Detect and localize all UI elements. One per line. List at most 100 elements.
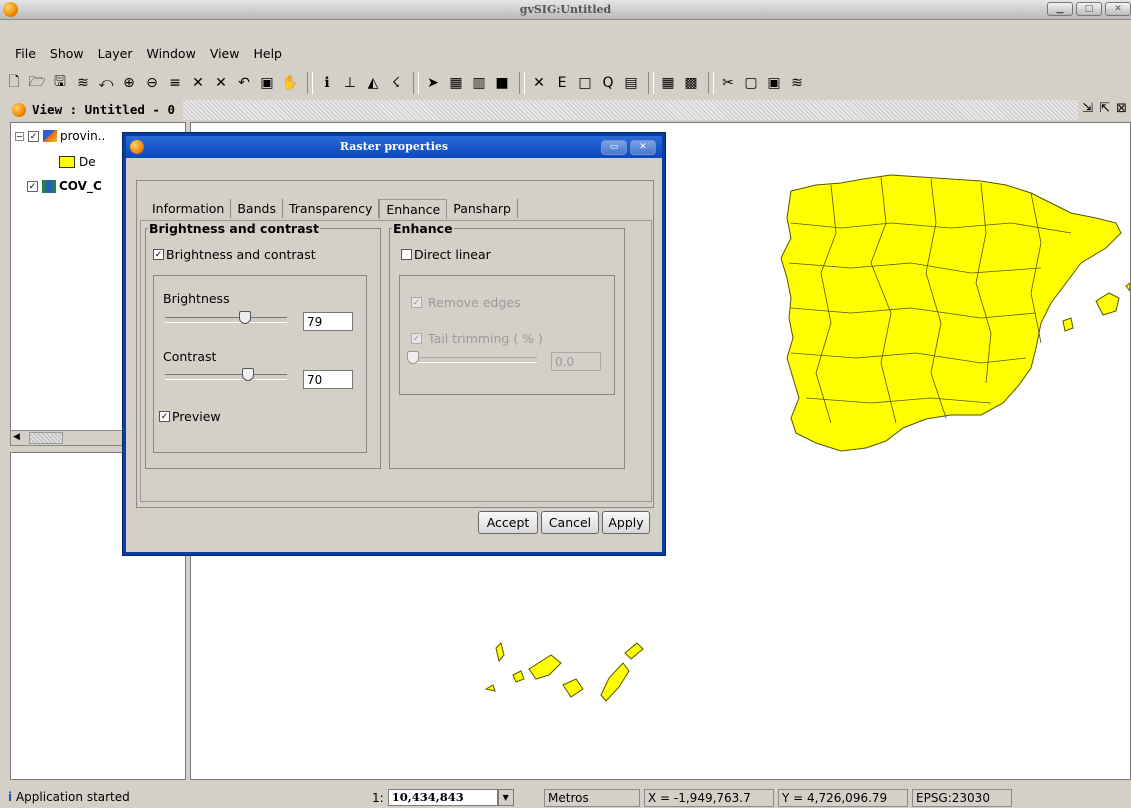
remove-edges-checkbox[interactable]: ✓ Remove edges xyxy=(411,295,520,310)
tab-transparency[interactable]: Transparency xyxy=(283,199,380,218)
scroll-left-icon[interactable]: ◀ xyxy=(13,432,20,442)
full-extent-icon[interactable]: ≡ xyxy=(165,73,185,93)
checkbox-unchecked-icon[interactable] xyxy=(401,249,412,260)
raster-icon[interactable]: ▤ xyxy=(621,73,641,93)
select-all-icon[interactable]: ■ xyxy=(492,73,512,93)
preview-checkbox[interactable]: ✓ Preview xyxy=(159,409,221,424)
brightness-value-input[interactable]: 79 xyxy=(303,312,353,331)
view-title: View : Untitled - 0 xyxy=(32,102,175,117)
zoom-out-icon[interactable]: ⊖ xyxy=(142,73,162,93)
menu-file[interactable]: File xyxy=(8,46,43,61)
hyperlink-icon[interactable]: ☇ xyxy=(386,73,406,93)
tab-information[interactable]: Information xyxy=(146,199,232,218)
dialog-minimize-icon[interactable]: ▭ xyxy=(601,140,627,155)
dialog-close-icon[interactable]: ✕ xyxy=(630,140,656,155)
menu-view[interactable]: View xyxy=(203,46,247,61)
window-controls: ▁ □ ✕ xyxy=(1047,2,1131,16)
select-rect-icon[interactable]: ▦ xyxy=(446,73,466,93)
geoprocess-icon[interactable]: ≋ xyxy=(787,73,807,93)
query-icon[interactable]: Q xyxy=(598,73,618,93)
scale-prefix: 1: xyxy=(372,790,384,805)
raster-properties-dialog: Raster properties ▭ ✕ Information Bands … xyxy=(122,132,666,556)
chevron-down-icon[interactable]: ▼ xyxy=(497,789,514,806)
contrast-slider-thumb[interactable] xyxy=(242,368,254,381)
collapse-icon[interactable]: − xyxy=(15,131,24,141)
checkbox-checked-icon[interactable]: ✓ xyxy=(153,249,164,260)
ibiza-shape xyxy=(1062,317,1074,332)
locator-icon[interactable]: ▣ xyxy=(257,73,277,93)
zoom-layer-icon[interactable]: ✕ xyxy=(211,73,231,93)
accept-button[interactable]: Accept xyxy=(478,511,538,534)
minimize-icon[interactable]: ▁ xyxy=(1047,2,1073,16)
checkbox-disabled-icon[interactable]: ✓ xyxy=(411,333,422,344)
clear-selection-icon[interactable]: ✕ xyxy=(529,73,549,93)
open-folder-icon[interactable]: 🗁 xyxy=(27,73,47,93)
tail-trimming-slider[interactable] xyxy=(411,357,537,363)
toc-layer-cov[interactable]: ✓ COV_C xyxy=(27,179,102,193)
save-icon[interactable]: 🖫 xyxy=(50,73,70,93)
zoom-in-icon[interactable]: ⊕ xyxy=(119,73,139,93)
scale-input[interactable]: 10,434,843 xyxy=(387,789,498,806)
gomera-shape xyxy=(512,670,525,683)
grid-icon[interactable]: ▩ xyxy=(681,73,701,93)
brightness-slider-thumb[interactable] xyxy=(239,311,251,324)
zoom-selection-icon[interactable]: ✕ xyxy=(188,73,208,93)
scale-control: 1: 10,434,843 ▼ xyxy=(372,789,514,806)
status-bar: i Application started 1: 10,434,843 ▼ Me… xyxy=(0,788,1131,808)
export-icon[interactable]: E xyxy=(552,73,572,93)
brightness-slider[interactable] xyxy=(165,317,287,323)
direct-linear-checkbox[interactable]: Direct linear xyxy=(401,247,491,262)
layout-icon[interactable]: ▢ xyxy=(741,73,761,93)
dialog-title-bar[interactable]: Raster properties ▭ ✕ xyxy=(126,136,662,158)
print-icon[interactable]: ▣ xyxy=(764,73,784,93)
menu-layer[interactable]: Layer xyxy=(91,46,140,61)
measure-distance-icon[interactable]: ⊥ xyxy=(340,73,360,93)
close-view-icon[interactable]: ⊠ xyxy=(1116,101,1127,119)
select-pointer-icon[interactable]: ➤ xyxy=(423,73,443,93)
add-layer-icon[interactable]: ≋ xyxy=(73,73,93,93)
maximize-icon[interactable]: □ xyxy=(1076,2,1102,16)
info-status-icon: i xyxy=(8,790,13,804)
legend-label: De xyxy=(79,155,96,169)
info-icon[interactable]: ℹ xyxy=(317,73,337,93)
close-icon[interactable]: ✕ xyxy=(1105,2,1131,16)
menu-help[interactable]: Help xyxy=(246,46,289,61)
apply-button[interactable]: Apply xyxy=(602,511,650,534)
grancanaria-shape xyxy=(562,678,584,698)
tail-trimming-slider-thumb[interactable] xyxy=(407,351,419,364)
checkbox-disabled-icon[interactable]: ✓ xyxy=(411,297,422,308)
measure-area-icon[interactable]: ◭ xyxy=(363,73,383,93)
contrast-value-input[interactable]: 70 xyxy=(303,370,353,389)
y-coordinate: Y = 4,726,096.79 xyxy=(778,789,908,807)
view-title-bar[interactable]: View : Untitled - 0 ⇲ ⇱ ⊠ xyxy=(8,100,1131,120)
tab-bands[interactable]: Bands xyxy=(231,199,283,218)
menu-show[interactable]: Show xyxy=(43,46,91,61)
maximize-view-icon[interactable]: ⇱ xyxy=(1099,101,1110,119)
menu-window[interactable]: Window xyxy=(140,46,203,61)
toc-layer-provin[interactable]: − ✓ provin.. xyxy=(15,129,105,143)
layer-visibility-checkbox[interactable]: ✓ xyxy=(27,180,38,192)
contrast-slider[interactable] xyxy=(165,374,287,380)
cancel-button[interactable]: Cancel xyxy=(541,511,599,534)
layer-visibility-checkbox[interactable]: ✓ xyxy=(28,130,39,142)
tab-enhance[interactable]: Enhance xyxy=(379,199,448,219)
vector-layer-icon xyxy=(43,130,57,142)
table-icon[interactable]: ▦ xyxy=(658,73,678,93)
zoom-back-icon[interactable]: ↶ xyxy=(234,73,254,93)
pan-hand-icon[interactable]: ✋ xyxy=(280,73,300,93)
menorca-shape xyxy=(1125,282,1130,292)
tools-icon[interactable]: ✂ xyxy=(718,73,738,93)
tenerife-shape xyxy=(528,654,562,680)
tab-pansharp[interactable]: Pansharp xyxy=(447,199,518,218)
tail-trimming-checkbox[interactable]: ✓ Tail trimming ( % ) xyxy=(411,331,543,346)
brightness-contrast-checkbox[interactable]: ✓ Brightness and contrast xyxy=(153,247,316,262)
rect-tool-icon[interactable]: □ xyxy=(575,73,595,93)
iconify-icon[interactable]: ⇲ xyxy=(1082,101,1093,119)
enhance-legend: Enhance xyxy=(393,221,453,236)
tail-trimming-value-input[interactable]: 0.0 xyxy=(551,352,601,371)
zoom-prev-icon[interactable]: ⤺ xyxy=(96,73,116,93)
scroll-thumb[interactable] xyxy=(29,432,63,444)
new-file-icon[interactable]: 🗋 xyxy=(4,73,24,93)
select-poly-icon[interactable]: ▥ xyxy=(469,73,489,93)
checkbox-checked-icon[interactable]: ✓ xyxy=(159,411,170,422)
